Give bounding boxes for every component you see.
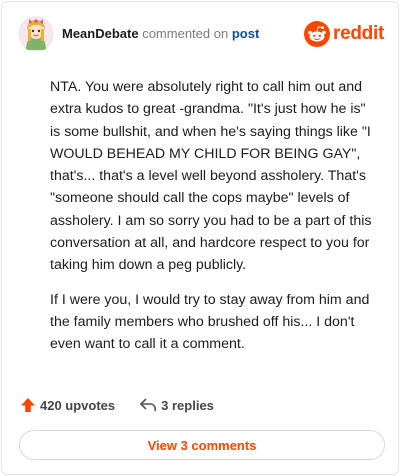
upvote-count: 420 upvotes [40,397,116,413]
comment-header: MeanDebate commented on post reddit [18,16,386,52]
avatar-image-icon [18,16,54,52]
username[interactable]: MeanDebate [62,26,139,41]
comment-paragraph: If I were you, I would try to stay away … [50,291,370,353]
comment-paragraph: NTA. You were absolutely right to call h… [50,79,372,274]
action-text: commented on [142,26,229,41]
reply-arrow-icon [140,398,157,412]
comment-actions: 420 upvotes 3 replies [20,394,214,416]
upvote-button[interactable]: 420 upvotes [20,397,115,413]
reddit-logo[interactable]: reddit [304,21,384,47]
comment-meta: MeanDebate commented on post [62,26,259,42]
reply-count: 3 replies [161,397,214,413]
view-comments-button[interactable]: View 3 comments [19,430,385,460]
upvote-arrow-icon [21,398,35,412]
comment-card: MeanDebate commented on post reddit NTA.… [1,1,399,475]
reply-button[interactable]: 3 replies [139,397,214,413]
post-link[interactable]: post [232,26,259,41]
reddit-snoo-icon [304,21,331,47]
avatar[interactable] [18,16,54,52]
reddit-wordmark: reddit [333,23,384,44]
comment-body: NTA. You were absolutely right to call h… [50,76,376,368]
